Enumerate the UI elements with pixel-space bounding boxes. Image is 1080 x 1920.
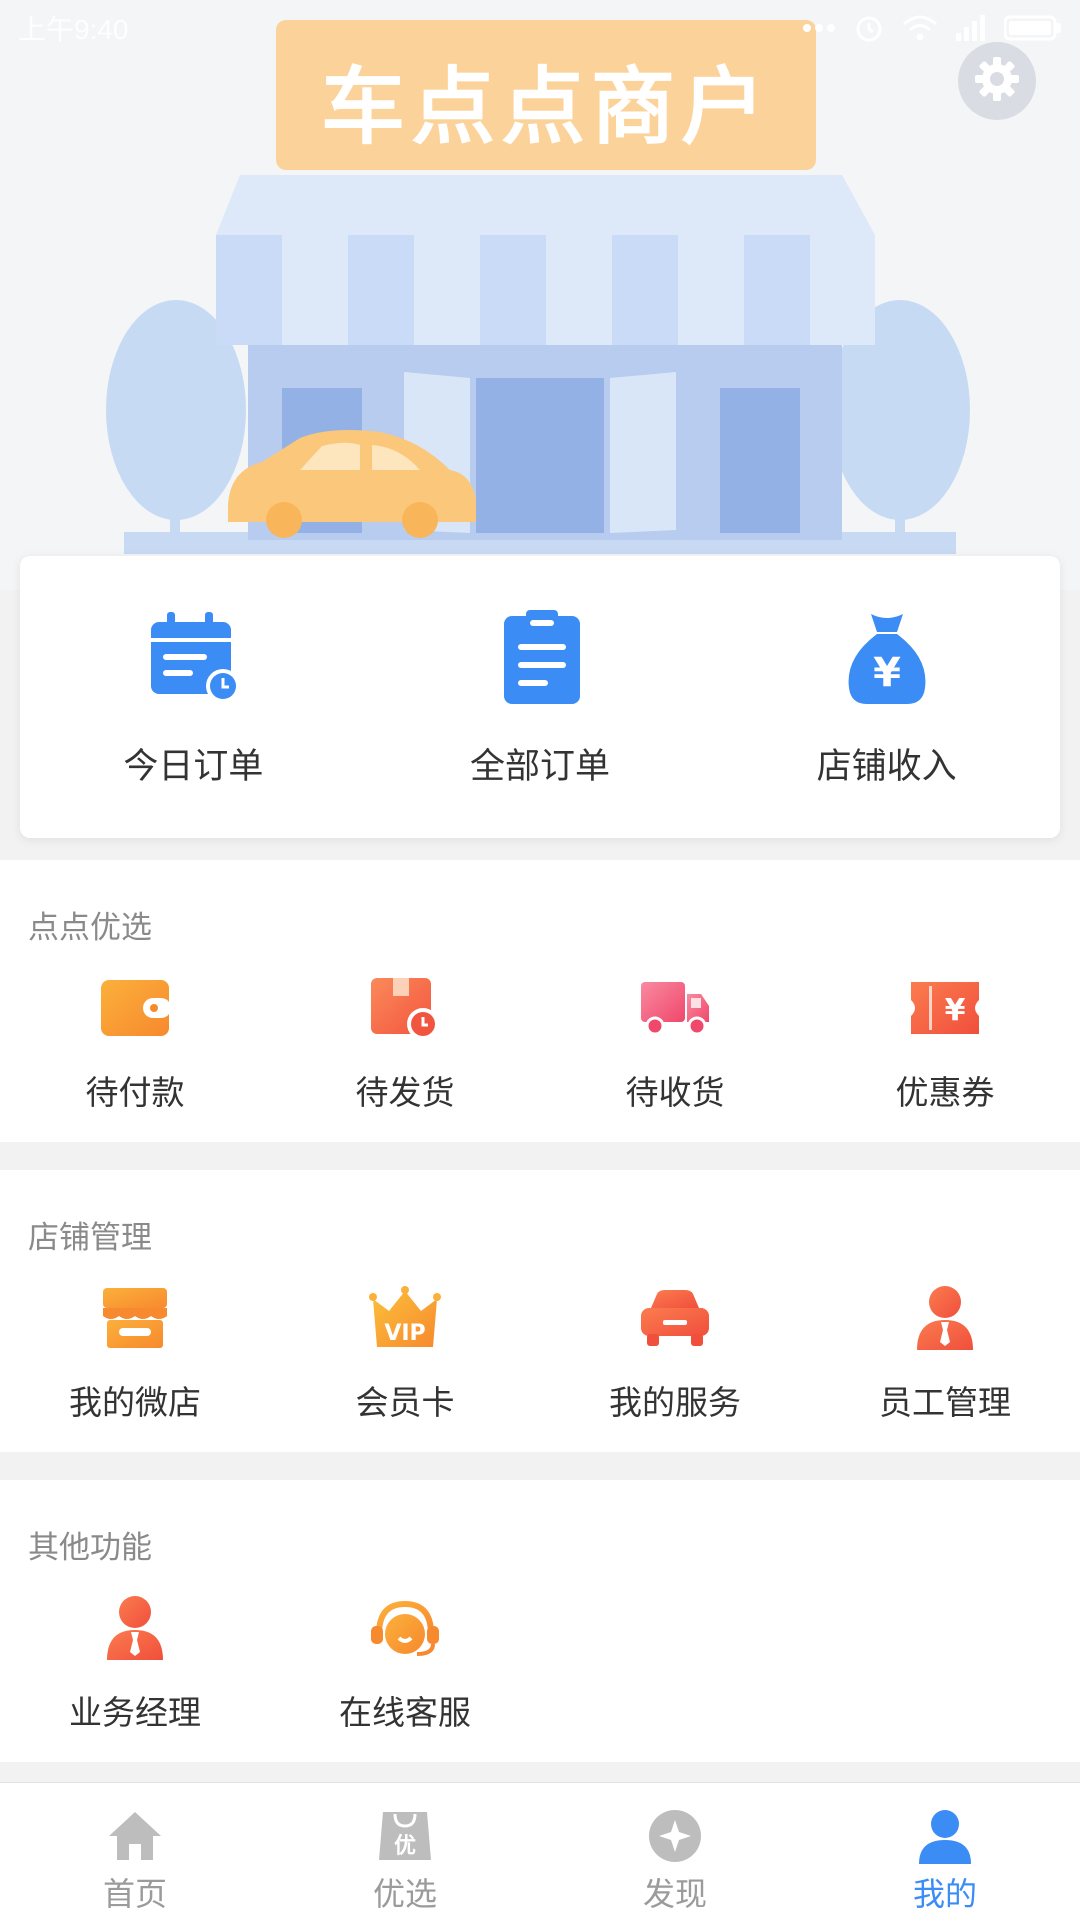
home-icon (105, 1807, 165, 1865)
membership-card-label: 会员卡 (355, 1384, 455, 1421)
online-support-label: 在线客服 (339, 1694, 471, 1731)
pending-shipment-button[interactable]: 待发货 (270, 972, 540, 1114)
section-grid: 业务经理 在线客服 (0, 1592, 1080, 1734)
section-title: 店铺管理 (28, 1220, 152, 1255)
compass-icon (645, 1807, 705, 1865)
my-services-button[interactable]: 我的服务 (540, 1282, 810, 1424)
pending-receipt-label: 待收货 (625, 1074, 725, 1111)
section-grid: 待付款 待发货 待收货 ¥ 优惠券 (0, 972, 1080, 1114)
coupons-label: 优惠券 (895, 1074, 995, 1111)
nav-mine[interactable]: 我的 (810, 1783, 1080, 1920)
user-icon (915, 1807, 975, 1865)
all-orders-button[interactable]: 全部订单 (367, 556, 714, 838)
store-income-button[interactable]: ¥ 店铺收入 (713, 556, 1060, 838)
battery-icon (1004, 15, 1062, 41)
business-manager-label: 业务经理 (69, 1694, 201, 1731)
nav-home-label: 首页 (102, 1876, 167, 1912)
wallet-icon (95, 972, 175, 1044)
money-bag-icon: ¥ (837, 608, 937, 708)
my-micro-store-button[interactable]: 我的微店 (0, 1282, 270, 1424)
store-sign-title: 车点点商户 (320, 59, 771, 154)
clipboard-list-icon (490, 608, 590, 708)
alarm-icon (854, 13, 884, 43)
coupons-button[interactable]: ¥ 优惠券 (810, 972, 1080, 1114)
pending-payment-button[interactable]: 待付款 (0, 972, 270, 1114)
shop-icon (95, 1282, 175, 1354)
nav-discover[interactable]: 发现 (540, 1783, 810, 1920)
svg-text:VIP: VIP (384, 1321, 425, 1346)
my-services-label: 我的服务 (609, 1384, 741, 1421)
staff-icon (905, 1282, 985, 1354)
wifi-icon (902, 14, 938, 42)
status-bar: 上午9:40 (0, 0, 1080, 56)
coupon-icon: ¥ (905, 972, 985, 1044)
my-micro-store-label: 我的微店 (69, 1384, 201, 1421)
section-store-management: 店铺管理 我的微店 VIP 会员卡 我的服务 员工管理 (0, 1170, 1080, 1452)
all-orders-label: 全部订单 (470, 747, 611, 786)
today-orders-label: 今日订单 (123, 747, 264, 786)
signal-icon (956, 15, 986, 41)
settings-button[interactable] (958, 42, 1036, 120)
nav-select[interactable]: 优 优选 (270, 1783, 540, 1920)
headset-icon (365, 1592, 445, 1664)
section-diandian-select: 点点优选 待付款 待发货 待收货 ¥ 优惠券 (0, 860, 1080, 1142)
pending-payment-label: 待付款 (85, 1074, 185, 1111)
section-grid: 我的微店 VIP 会员卡 我的服务 员工管理 (0, 1282, 1080, 1424)
svg-text:¥: ¥ (873, 650, 901, 696)
bag-icon: 优 (375, 1807, 435, 1865)
package-clock-icon (365, 972, 445, 1044)
vip-crown-icon: VIP (365, 1282, 445, 1354)
nav-select-label: 优选 (372, 1876, 437, 1912)
pending-shipment-label: 待发货 (355, 1074, 455, 1111)
business-manager-button[interactable]: 业务经理 (0, 1592, 270, 1734)
pending-receipt-button[interactable]: 待收货 (540, 972, 810, 1114)
calendar-clock-icon (143, 608, 243, 708)
bottom-navigation: 首页 优 优选 发现 我的 (0, 1782, 1080, 1920)
hero-banner: 车点点商户 (0, 0, 1080, 590)
today-orders-button[interactable]: 今日订单 (20, 556, 367, 838)
more-dots-icon (802, 23, 836, 33)
svg-text:¥: ¥ (945, 993, 966, 1028)
gear-icon (974, 56, 1020, 107)
status-icons (802, 13, 1062, 43)
nav-mine-label: 我的 (912, 1876, 977, 1912)
section-title: 其他功能 (28, 1530, 152, 1565)
nav-discover-label: 发现 (642, 1876, 707, 1912)
car-icon (635, 1282, 715, 1354)
staff-management-button[interactable]: 员工管理 (810, 1282, 1080, 1424)
online-support-button[interactable]: 在线客服 (270, 1592, 540, 1734)
svg-text:优: 优 (394, 1833, 416, 1859)
order-quick-card: 今日订单 全部订单 ¥ 店铺收入 (20, 556, 1060, 838)
section-other-functions: 其他功能 业务经理 在线客服 (0, 1480, 1080, 1762)
staff-management-label: 员工管理 (879, 1384, 1011, 1421)
store-income-label: 店铺收入 (816, 747, 957, 786)
manager-icon (95, 1592, 175, 1664)
nav-home[interactable]: 首页 (0, 1783, 270, 1920)
truck-icon (635, 972, 715, 1044)
membership-card-button[interactable]: VIP 会员卡 (270, 1282, 540, 1424)
section-title: 点点优选 (28, 910, 152, 945)
status-time: 上午9:40 (18, 14, 129, 45)
